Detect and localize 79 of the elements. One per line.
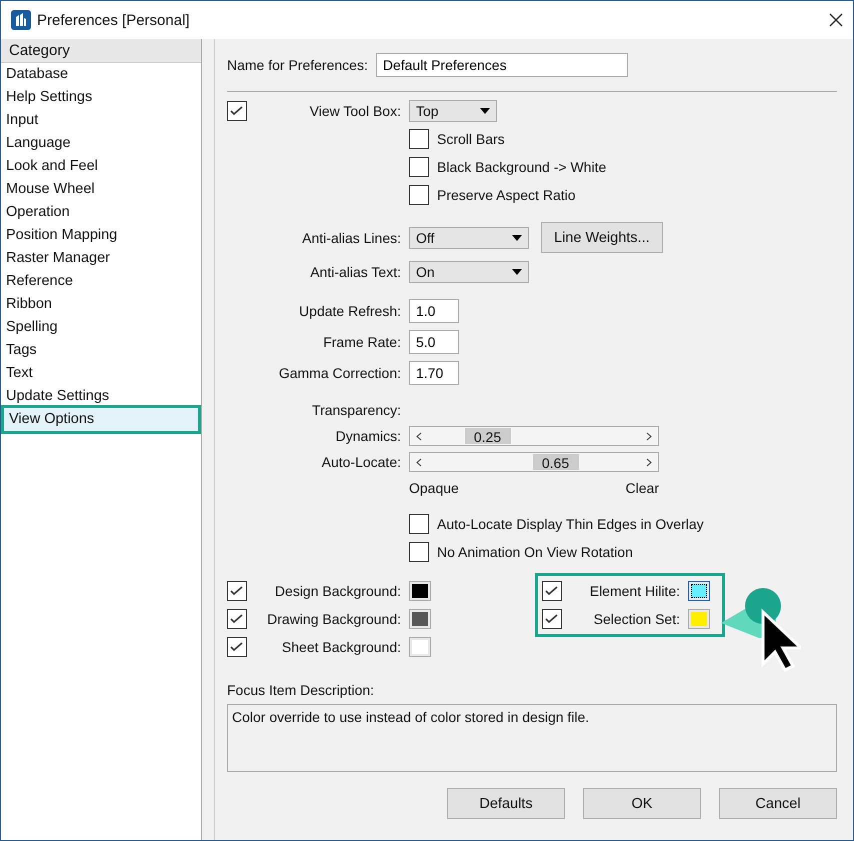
anti-alias-dropdown[interactable]: Off <box>409 226 529 248</box>
checkbox[interactable] <box>227 101 247 121</box>
category-item[interactable]: Position Mapping <box>1 224 201 247</box>
line-weights-button[interactable]: Line Weights... <box>541 222 663 253</box>
number-field[interactable]: 1.70 <box>409 361 459 385</box>
dialog-button[interactable]: Cancel <box>719 788 837 819</box>
checkbox[interactable] <box>227 609 247 629</box>
category-header: Category <box>1 39 201 63</box>
field-label: Selection Set: <box>592 611 680 627</box>
category-item[interactable]: Tags <box>1 339 201 362</box>
option-label: Scroll Bars <box>437 131 505 147</box>
checkbox[interactable] <box>409 514 429 534</box>
category-item[interactable]: Operation <box>1 201 201 224</box>
category-item[interactable]: Ribbon <box>1 293 201 316</box>
field-label: Anti-alias Lines: <box>301 230 401 246</box>
option-label: Auto-Locate Display Thin Edges in Overlay <box>437 516 704 532</box>
section-label: Transparency: <box>311 402 401 418</box>
field-label: Drawing Background: <box>266 611 401 627</box>
slider-track[interactable]: 0.25 <box>409 426 659 446</box>
field-label: Sheet Background: <box>280 639 401 655</box>
field-label: Update Refresh: <box>298 303 401 319</box>
category-item[interactable]: Reference <box>1 270 201 293</box>
slider-thumb[interactable]: 0.25 <box>464 428 510 444</box>
window-title: Preferences [Personal] <box>37 12 191 28</box>
description-label: Focus Item Description: <box>227 682 376 698</box>
category-item[interactable]: Look and Feel <box>1 155 201 178</box>
option-label: Preserve Aspect Ratio <box>437 187 576 203</box>
field-label: Dynamics: <box>334 428 401 444</box>
field-label: Anti-alias Text: <box>309 264 401 280</box>
category-item[interactable]: Language <box>1 132 201 155</box>
check-icon <box>545 586 559 596</box>
field-label: Gamma Correction: <box>278 365 401 381</box>
category-item[interactable]: View Options <box>1 405 201 434</box>
check-icon <box>230 614 244 624</box>
field-label: View Tool Box: <box>308 103 401 119</box>
checkbox[interactable] <box>227 637 247 657</box>
field-label: Design Background: <box>274 583 401 599</box>
slider-track[interactable]: 0.65 <box>409 452 659 472</box>
checkbox[interactable] <box>409 185 429 205</box>
dialog-button[interactable]: Defaults <box>447 788 565 819</box>
description-text: Color override to use instead of color stored in design file. <box>232 709 590 725</box>
number-field[interactable]: 5.0 <box>409 330 459 354</box>
category-item[interactable]: Database <box>1 63 201 86</box>
app-logo-icon <box>11 10 31 30</box>
category-item[interactable]: Input <box>1 109 201 132</box>
dialog-button[interactable]: OK <box>583 788 701 819</box>
check-icon <box>230 106 244 116</box>
checkbox[interactable] <box>542 581 562 601</box>
category-item[interactable]: Text <box>1 362 201 385</box>
field-label: Element Hilite: <box>588 583 680 599</box>
number-field[interactable]: 1.0 <box>409 299 459 323</box>
category-item[interactable]: Raster Manager <box>1 247 201 270</box>
option-label: No Animation On View Rotation <box>437 544 633 560</box>
category-item[interactable]: Spelling <box>1 316 201 339</box>
checkbox[interactable] <box>409 129 429 149</box>
slider-thumb[interactable]: 0.65 <box>532 454 578 470</box>
checkbox[interactable] <box>227 581 247 601</box>
caret-icon <box>480 108 490 114</box>
caret-icon <box>512 269 522 275</box>
field-label: Name for Preferences: <box>227 57 368 73</box>
category-item[interactable]: Mouse Wheel <box>1 178 201 201</box>
checkbox[interactable] <box>409 157 429 177</box>
checkbox[interactable] <box>409 542 429 562</box>
scale-label: Clear <box>626 480 659 496</box>
toolbox-dropdown[interactable]: Top <box>409 100 497 122</box>
check-icon <box>230 586 244 596</box>
category-item[interactable]: Help Settings <box>1 86 201 109</box>
anti-alias-dropdown[interactable]: On <box>409 261 529 283</box>
field-label: Frame Rate: <box>322 334 401 350</box>
checkbox[interactable] <box>542 609 562 629</box>
close-icon[interactable] <box>829 13 843 27</box>
category-item[interactable]: Update Settings <box>1 385 201 408</box>
field-label: Auto-Locate: <box>320 454 401 470</box>
check-icon <box>230 642 244 652</box>
caret-icon <box>512 234 522 240</box>
check-icon <box>545 614 559 624</box>
option-label: Black Background -> White <box>437 159 606 175</box>
name-field[interactable]: Default Preferences <box>376 53 628 77</box>
scale-label: Opaque <box>409 480 459 496</box>
